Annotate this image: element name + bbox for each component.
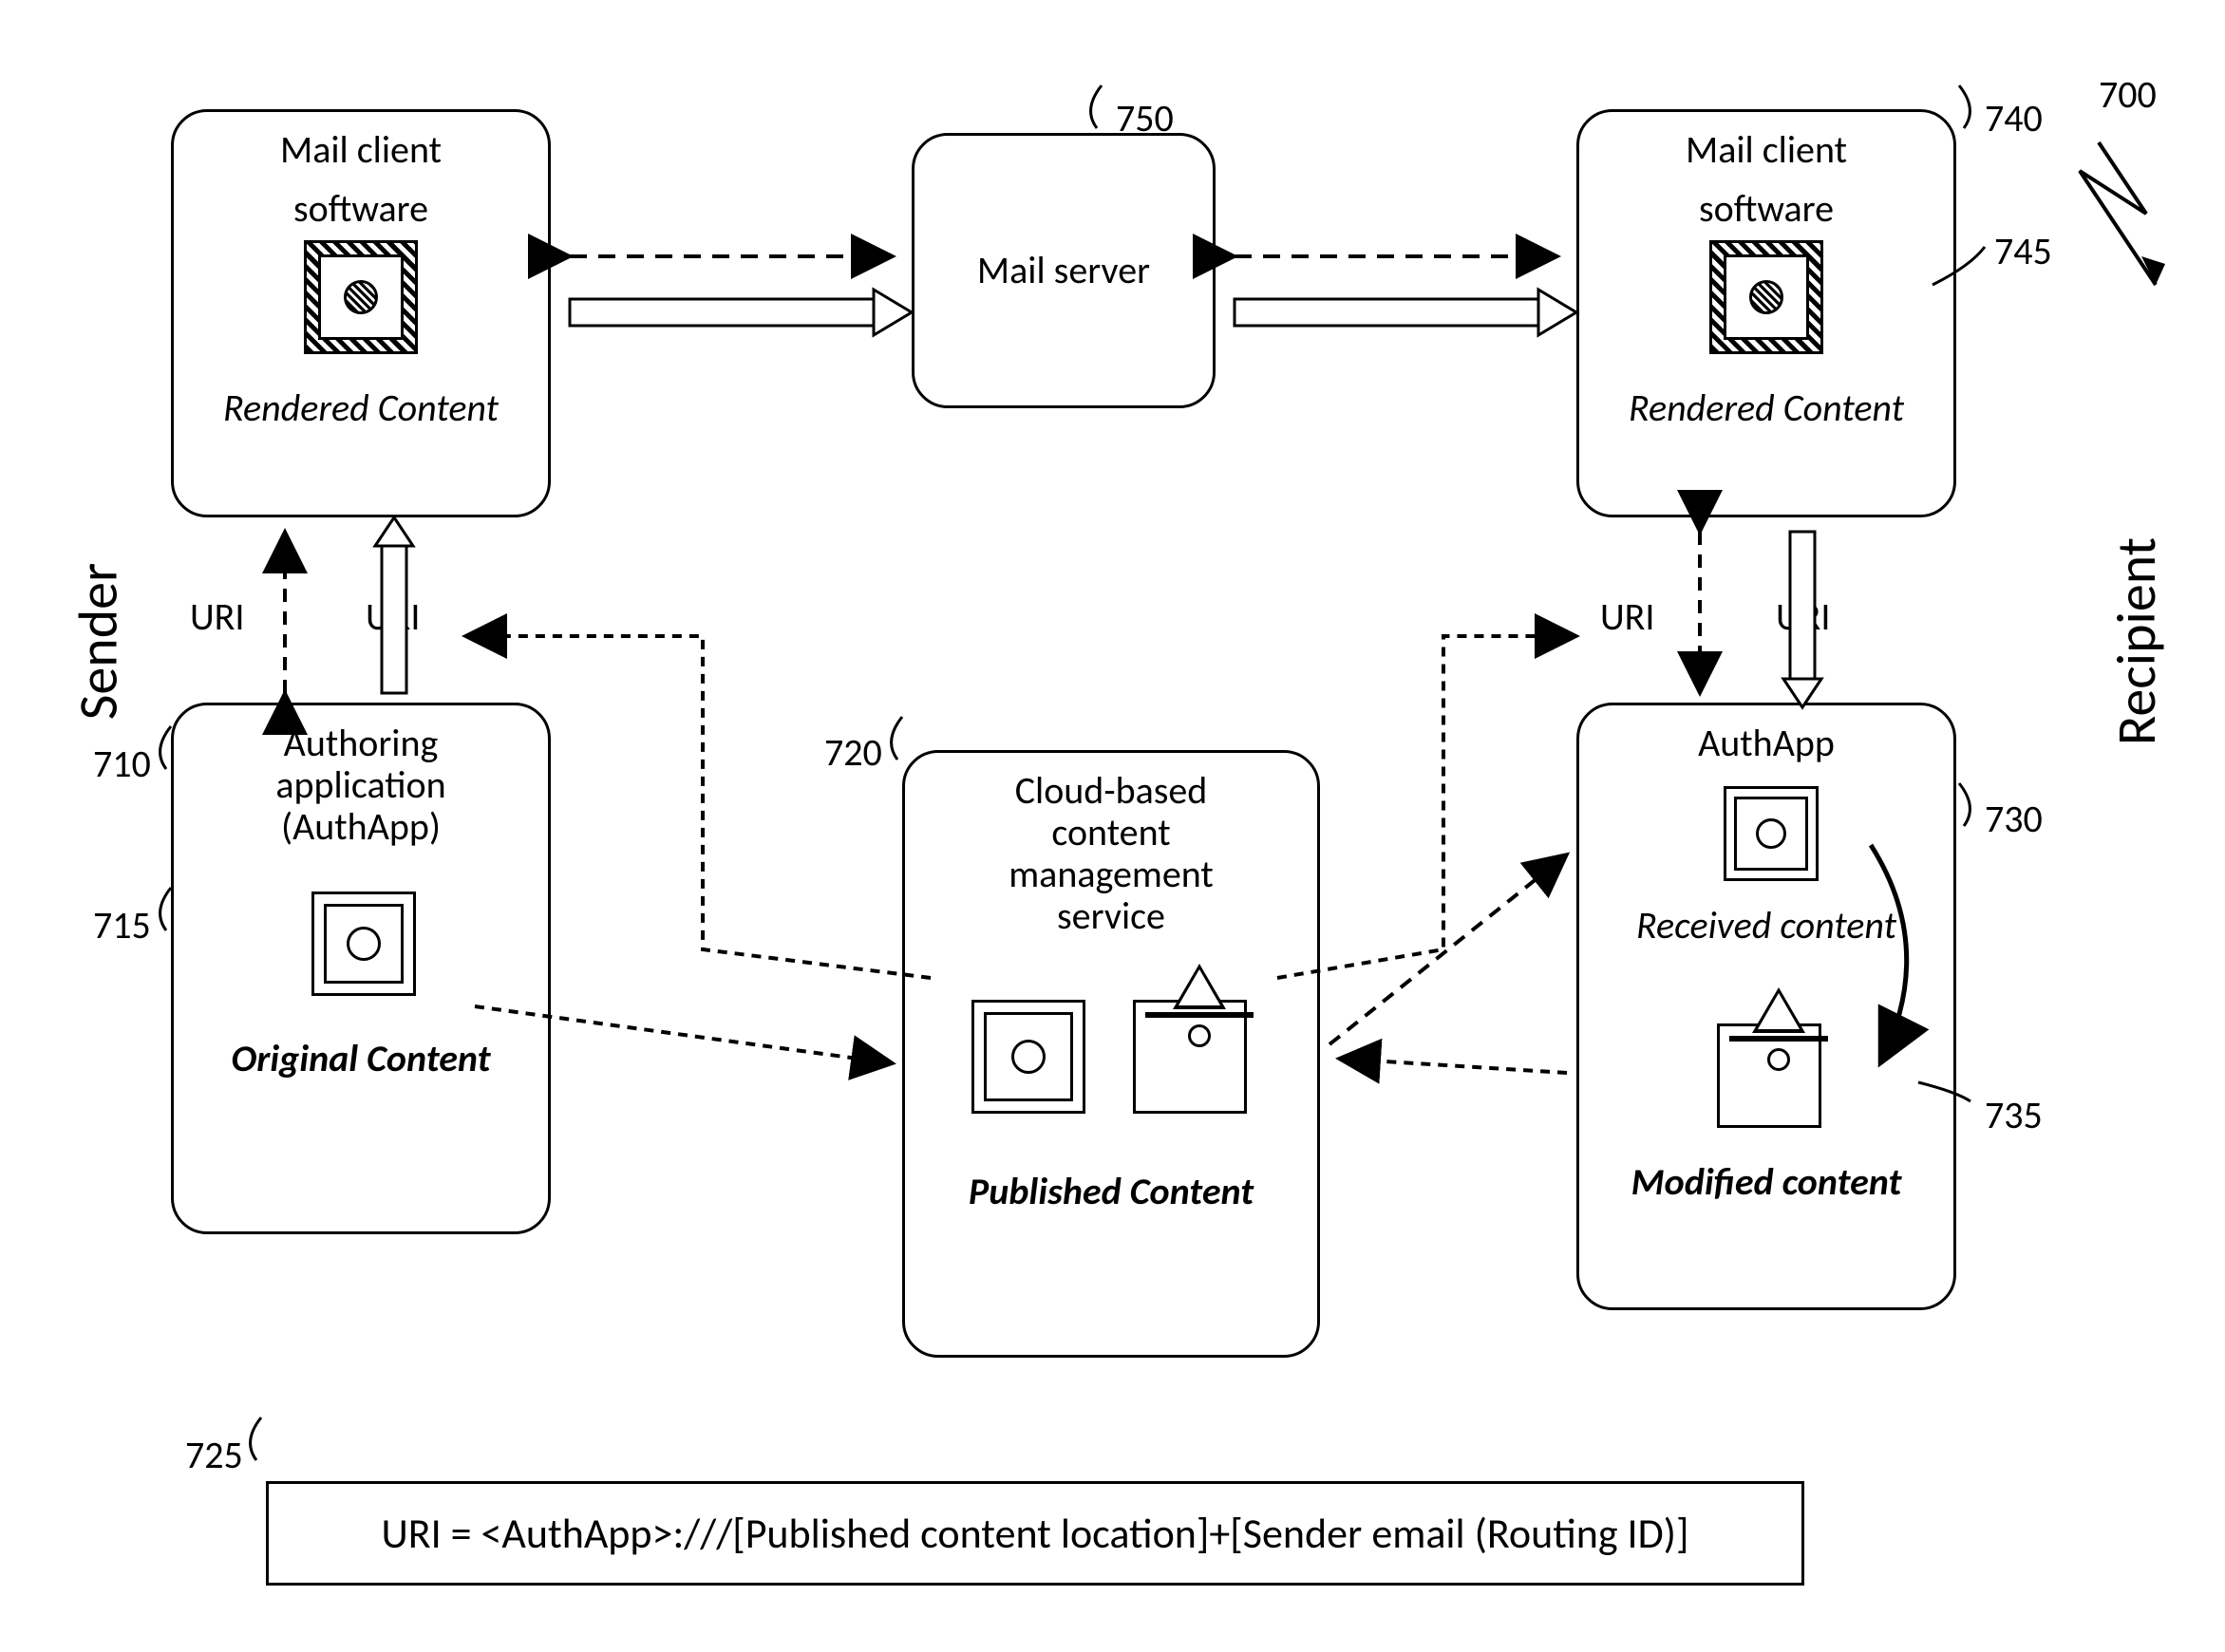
received-content-label: Received content	[1579, 905, 1953, 947]
sender-mail-client-title-1: Mail client	[174, 129, 548, 171]
rendered-content-icon	[304, 240, 418, 354]
recipient-vertical-label: Recipient	[2102, 537, 2170, 745]
uri-label-sender-a: URI	[190, 593, 244, 640]
ref-715: 715	[93, 902, 151, 948]
cloud-title-1: Cloud-based	[905, 770, 1317, 812]
ref-740: 740	[1985, 95, 2043, 141]
uri-formula-text: URI = <AuthApp>:///[Published content lo…	[381, 1508, 1688, 1559]
ref-745: 745	[1994, 228, 2052, 274]
published-triangle-icon	[1133, 1000, 1247, 1114]
original-content-icon	[311, 892, 416, 996]
recipient-authapp-box: AuthApp Received content Modified conten…	[1576, 703, 1956, 1310]
recipient-authapp-title: AuthApp	[1579, 723, 1953, 764]
ref-735: 735	[1985, 1092, 2043, 1138]
ref-710: 710	[93, 741, 151, 787]
diagram-canvas: 700 Sender Recipient Mail client softwar…	[0, 0, 2225, 1652]
figure-number: 700	[2099, 71, 2157, 118]
uri-label-recip-a: URI	[1600, 593, 1654, 640]
uri-label-recip-b: URI	[1776, 593, 1830, 640]
published-content-label: Published Content	[905, 1171, 1317, 1212]
cloud-title-3: management	[905, 854, 1317, 895]
cloud-title-2: content	[905, 812, 1317, 854]
authoring-title-1: Authoring	[174, 723, 548, 764]
sender-vertical-label: Sender	[64, 563, 131, 721]
recipient-mail-client-box: Mail client software Rendered Content	[1576, 109, 1956, 517]
original-content-label: Original Content	[174, 1038, 548, 1079]
ref-720: 720	[824, 729, 882, 776]
modified-content-icon	[1717, 1023, 1821, 1128]
recipient-mail-client-title-1: Mail client	[1579, 129, 1953, 171]
modified-content-label: Modified content	[1579, 1161, 1953, 1203]
sender-rendered-label: Rendered Content	[174, 387, 548, 429]
published-circle-icon	[971, 1000, 1085, 1114]
ref-730: 730	[1985, 796, 2043, 842]
received-content-icon	[1724, 786, 1819, 881]
ref-750: 750	[1116, 95, 1174, 141]
mail-server-box: Mail server	[912, 133, 1216, 408]
sender-mail-client-box: Mail client software Rendered Content	[171, 109, 551, 517]
recipient-mail-client-title-2: software	[1579, 188, 1953, 230]
ref-725: 725	[185, 1432, 243, 1478]
authoring-title-3: (AuthApp)	[174, 806, 548, 848]
cloud-service-box: Cloud-based content management service P…	[902, 750, 1320, 1358]
sender-authapp-box: Authoring application (AuthApp) Original…	[171, 703, 551, 1234]
authoring-title-2: application	[174, 764, 548, 806]
mail-server-label: Mail server	[977, 250, 1150, 291]
sender-mail-client-title-2: software	[174, 188, 548, 230]
recipient-rendered-label: Rendered Content	[1579, 387, 1953, 429]
cloud-title-4: service	[905, 895, 1317, 937]
recipient-rendered-content-icon	[1709, 240, 1823, 354]
uri-formula-box: URI = <AuthApp>:///[Published content lo…	[266, 1481, 1804, 1586]
uri-label-sender-b: URI	[366, 593, 420, 640]
